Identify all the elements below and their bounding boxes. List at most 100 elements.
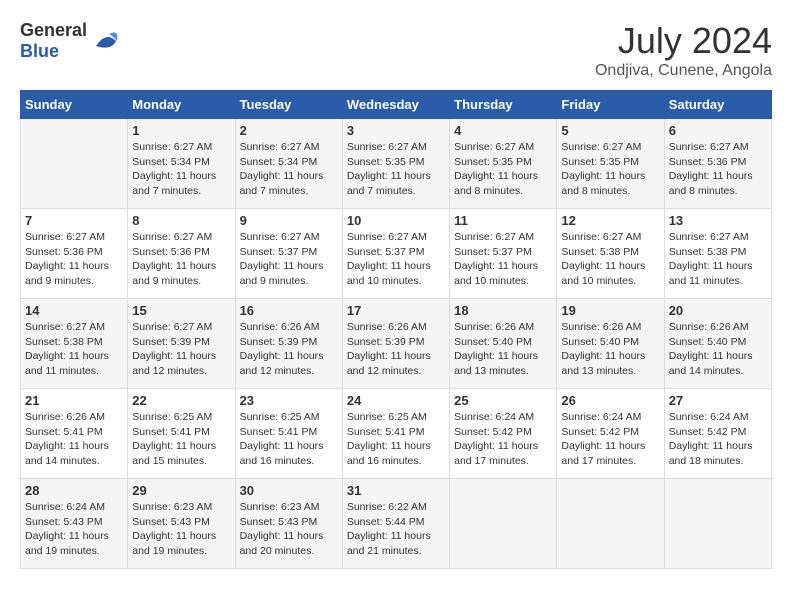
calendar-cell: 30Sunrise: 6:23 AM Sunset: 5:43 PM Dayli… [235,479,342,569]
calendar-cell [21,119,128,209]
cell-details: Sunrise: 6:24 AM Sunset: 5:42 PM Dayligh… [454,410,552,469]
calendar-cell: 12Sunrise: 6:27 AM Sunset: 5:38 PM Dayli… [557,209,664,299]
day-number: 29 [132,483,230,498]
column-header-friday: Friday [557,91,664,119]
cell-details: Sunrise: 6:26 AM Sunset: 5:40 PM Dayligh… [669,320,767,379]
cell-details: Sunrise: 6:27 AM Sunset: 5:37 PM Dayligh… [240,230,338,289]
day-number: 17 [347,303,445,318]
calendar-week-row: 14Sunrise: 6:27 AM Sunset: 5:38 PM Dayli… [21,299,772,389]
cell-details: Sunrise: 6:27 AM Sunset: 5:37 PM Dayligh… [454,230,552,289]
cell-details: Sunrise: 6:24 AM Sunset: 5:42 PM Dayligh… [669,410,767,469]
calendar-cell: 27 Sunrise: 6:24 AM Sunset: 5:42 PM Dayli… [664,389,771,479]
cell-details: Sunrise: 6:27 AM Sunset: 5:34 PM Dayligh… [240,140,338,199]
day-number: 18 [454,303,552,318]
calendar-cell: 4 Sunrise: 6:27 AM Sunset: 5:35 PM Daylig… [450,119,557,209]
calendar-cell: 5Sunrise: 6:27 AM Sunset: 5:35 PM Daylig… [557,119,664,209]
day-number: 11 [454,213,552,228]
day-number: 10 [347,213,445,228]
day-number: 4 [454,123,552,138]
logo: General Blue [20,20,121,62]
cell-details: Sunrise: 6:22 AM Sunset: 5:44 PM Dayligh… [347,500,445,559]
calendar-cell [450,479,557,569]
cell-details: Sunrise: 6:26 AM Sunset: 5:41 PM Dayligh… [25,410,123,469]
day-number: 20 [669,303,767,318]
calendar-cell: 22Sunrise: 6:25 AM Sunset: 5:41 PM Dayli… [128,389,235,479]
day-number: 3 [347,123,445,138]
calendar-cell: 31 Sunrise: 6:22 AM Sunset: 5:44 PM Dayli… [342,479,449,569]
logo-general: General [20,20,87,40]
day-number: 31 [347,483,445,498]
day-number: 12 [561,213,659,228]
page-header: General Blue July 2024 Ondjiva, Cunene, … [20,20,772,80]
calendar-cell: 17Sunrise: 6:26 AM Sunset: 5:39 PM Dayli… [342,299,449,389]
calendar-cell: 20 Sunrise: 6:26 AM Sunset: 5:40 PM Dayli… [664,299,771,389]
calendar-cell: 14Sunrise: 6:27 AM Sunset: 5:38 PM Dayli… [21,299,128,389]
logo-icon [91,26,121,56]
cell-details: Sunrise: 6:27 AM Sunset: 5:39 PM Dayligh… [132,320,230,379]
day-number: 1 [132,123,230,138]
day-number: 27 [669,393,767,408]
cell-details: Sunrise: 6:23 AM Sunset: 5:43 PM Dayligh… [240,500,338,559]
cell-details: Sunrise: 6:26 AM Sunset: 5:39 PM Dayligh… [240,320,338,379]
calendar-table: SundayMondayTuesdayWednesdayThursdayFrid… [20,90,772,569]
cell-details: Sunrise: 6:27 AM Sunset: 5:38 PM Dayligh… [25,320,123,379]
calendar-cell: 23Sunrise: 6:25 AM Sunset: 5:41 PM Dayli… [235,389,342,479]
cell-details: Sunrise: 6:25 AM Sunset: 5:41 PM Dayligh… [132,410,230,469]
day-number: 2 [240,123,338,138]
calendar-cell: 13Sunrise: 6:27 AM Sunset: 5:38 PM Dayli… [664,209,771,299]
calendar-cell: 25Sunrise: 6:24 AM Sunset: 5:42 PM Dayli… [450,389,557,479]
day-number: 28 [25,483,123,498]
calendar-cell: 18Sunrise: 6:26 AM Sunset: 5:40 PM Dayli… [450,299,557,389]
cell-details: Sunrise: 6:27 AM Sunset: 5:35 PM Dayligh… [454,140,552,199]
column-header-thursday: Thursday [450,91,557,119]
day-number: 19 [561,303,659,318]
calendar-cell: 28Sunrise: 6:24 AM Sunset: 5:43 PM Dayli… [21,479,128,569]
day-number: 16 [240,303,338,318]
month-title: July 2024 [595,20,772,62]
day-number: 5 [561,123,659,138]
day-number: 6 [669,123,767,138]
column-header-monday: Monday [128,91,235,119]
cell-details: Sunrise: 6:27 AM Sunset: 5:34 PM Dayligh… [132,140,230,199]
calendar-week-row: 28Sunrise: 6:24 AM Sunset: 5:43 PM Dayli… [21,479,772,569]
calendar-cell: 19 Sunrise: 6:26 AM Sunset: 5:40 PM Dayli… [557,299,664,389]
calendar-cell: 6Sunrise: 6:27 AM Sunset: 5:36 PM Daylig… [664,119,771,209]
logo-text: General Blue [20,20,87,62]
column-header-sunday: Sunday [21,91,128,119]
calendar-cell: 21 Sunrise: 6:26 AM Sunset: 5:41 PM Dayli… [21,389,128,479]
calendar-cell: 26 Sunrise: 6:24 AM Sunset: 5:42 PM Dayli… [557,389,664,479]
calendar-cell [664,479,771,569]
calendar-cell: 24 Sunrise: 6:25 AM Sunset: 5:41 PM Dayli… [342,389,449,479]
day-number: 8 [132,213,230,228]
calendar-week-row: 1 Sunrise: 6:27 AM Sunset: 5:34 PM Daylig… [21,119,772,209]
cell-details: Sunrise: 6:24 AM Sunset: 5:42 PM Dayligh… [561,410,659,469]
day-number: 21 [25,393,123,408]
calendar-cell: 2 Sunrise: 6:27 AM Sunset: 5:34 PM Daylig… [235,119,342,209]
calendar-week-row: 7 Sunrise: 6:27 AM Sunset: 5:36 PM Daylig… [21,209,772,299]
calendar-header-row: SundayMondayTuesdayWednesdayThursdayFrid… [21,91,772,119]
cell-details: Sunrise: 6:25 AM Sunset: 5:41 PM Dayligh… [347,410,445,469]
calendar-cell: 3Sunrise: 6:27 AM Sunset: 5:35 PM Daylig… [342,119,449,209]
column-header-wednesday: Wednesday [342,91,449,119]
column-header-saturday: Saturday [664,91,771,119]
cell-details: Sunrise: 6:27 AM Sunset: 5:38 PM Dayligh… [669,230,767,289]
cell-details: Sunrise: 6:26 AM Sunset: 5:40 PM Dayligh… [561,320,659,379]
location-title: Ondjiva, Cunene, Angola [595,62,772,80]
day-number: 7 [25,213,123,228]
cell-details: Sunrise: 6:23 AM Sunset: 5:43 PM Dayligh… [132,500,230,559]
calendar-cell: 1 Sunrise: 6:27 AM Sunset: 5:34 PM Daylig… [128,119,235,209]
day-number: 9 [240,213,338,228]
calendar-cell: 11 Sunrise: 6:27 AM Sunset: 5:37 PM Dayli… [450,209,557,299]
cell-details: Sunrise: 6:27 AM Sunset: 5:36 PM Dayligh… [132,230,230,289]
calendar-cell: 9 Sunrise: 6:27 AM Sunset: 5:37 PM Daylig… [235,209,342,299]
calendar-cell: 10Sunrise: 6:27 AM Sunset: 5:37 PM Dayli… [342,209,449,299]
day-number: 23 [240,393,338,408]
column-header-tuesday: Tuesday [235,91,342,119]
day-number: 26 [561,393,659,408]
calendar-cell: 15Sunrise: 6:27 AM Sunset: 5:39 PM Dayli… [128,299,235,389]
day-number: 24 [347,393,445,408]
calendar-week-row: 21 Sunrise: 6:26 AM Sunset: 5:41 PM Dayli… [21,389,772,479]
calendar-cell: 8 Sunrise: 6:27 AM Sunset: 5:36 PM Daylig… [128,209,235,299]
calendar-cell: 7Sunrise: 6:27 AM Sunset: 5:36 PM Daylig… [21,209,128,299]
title-block: July 2024 Ondjiva, Cunene, Angola [595,20,772,80]
